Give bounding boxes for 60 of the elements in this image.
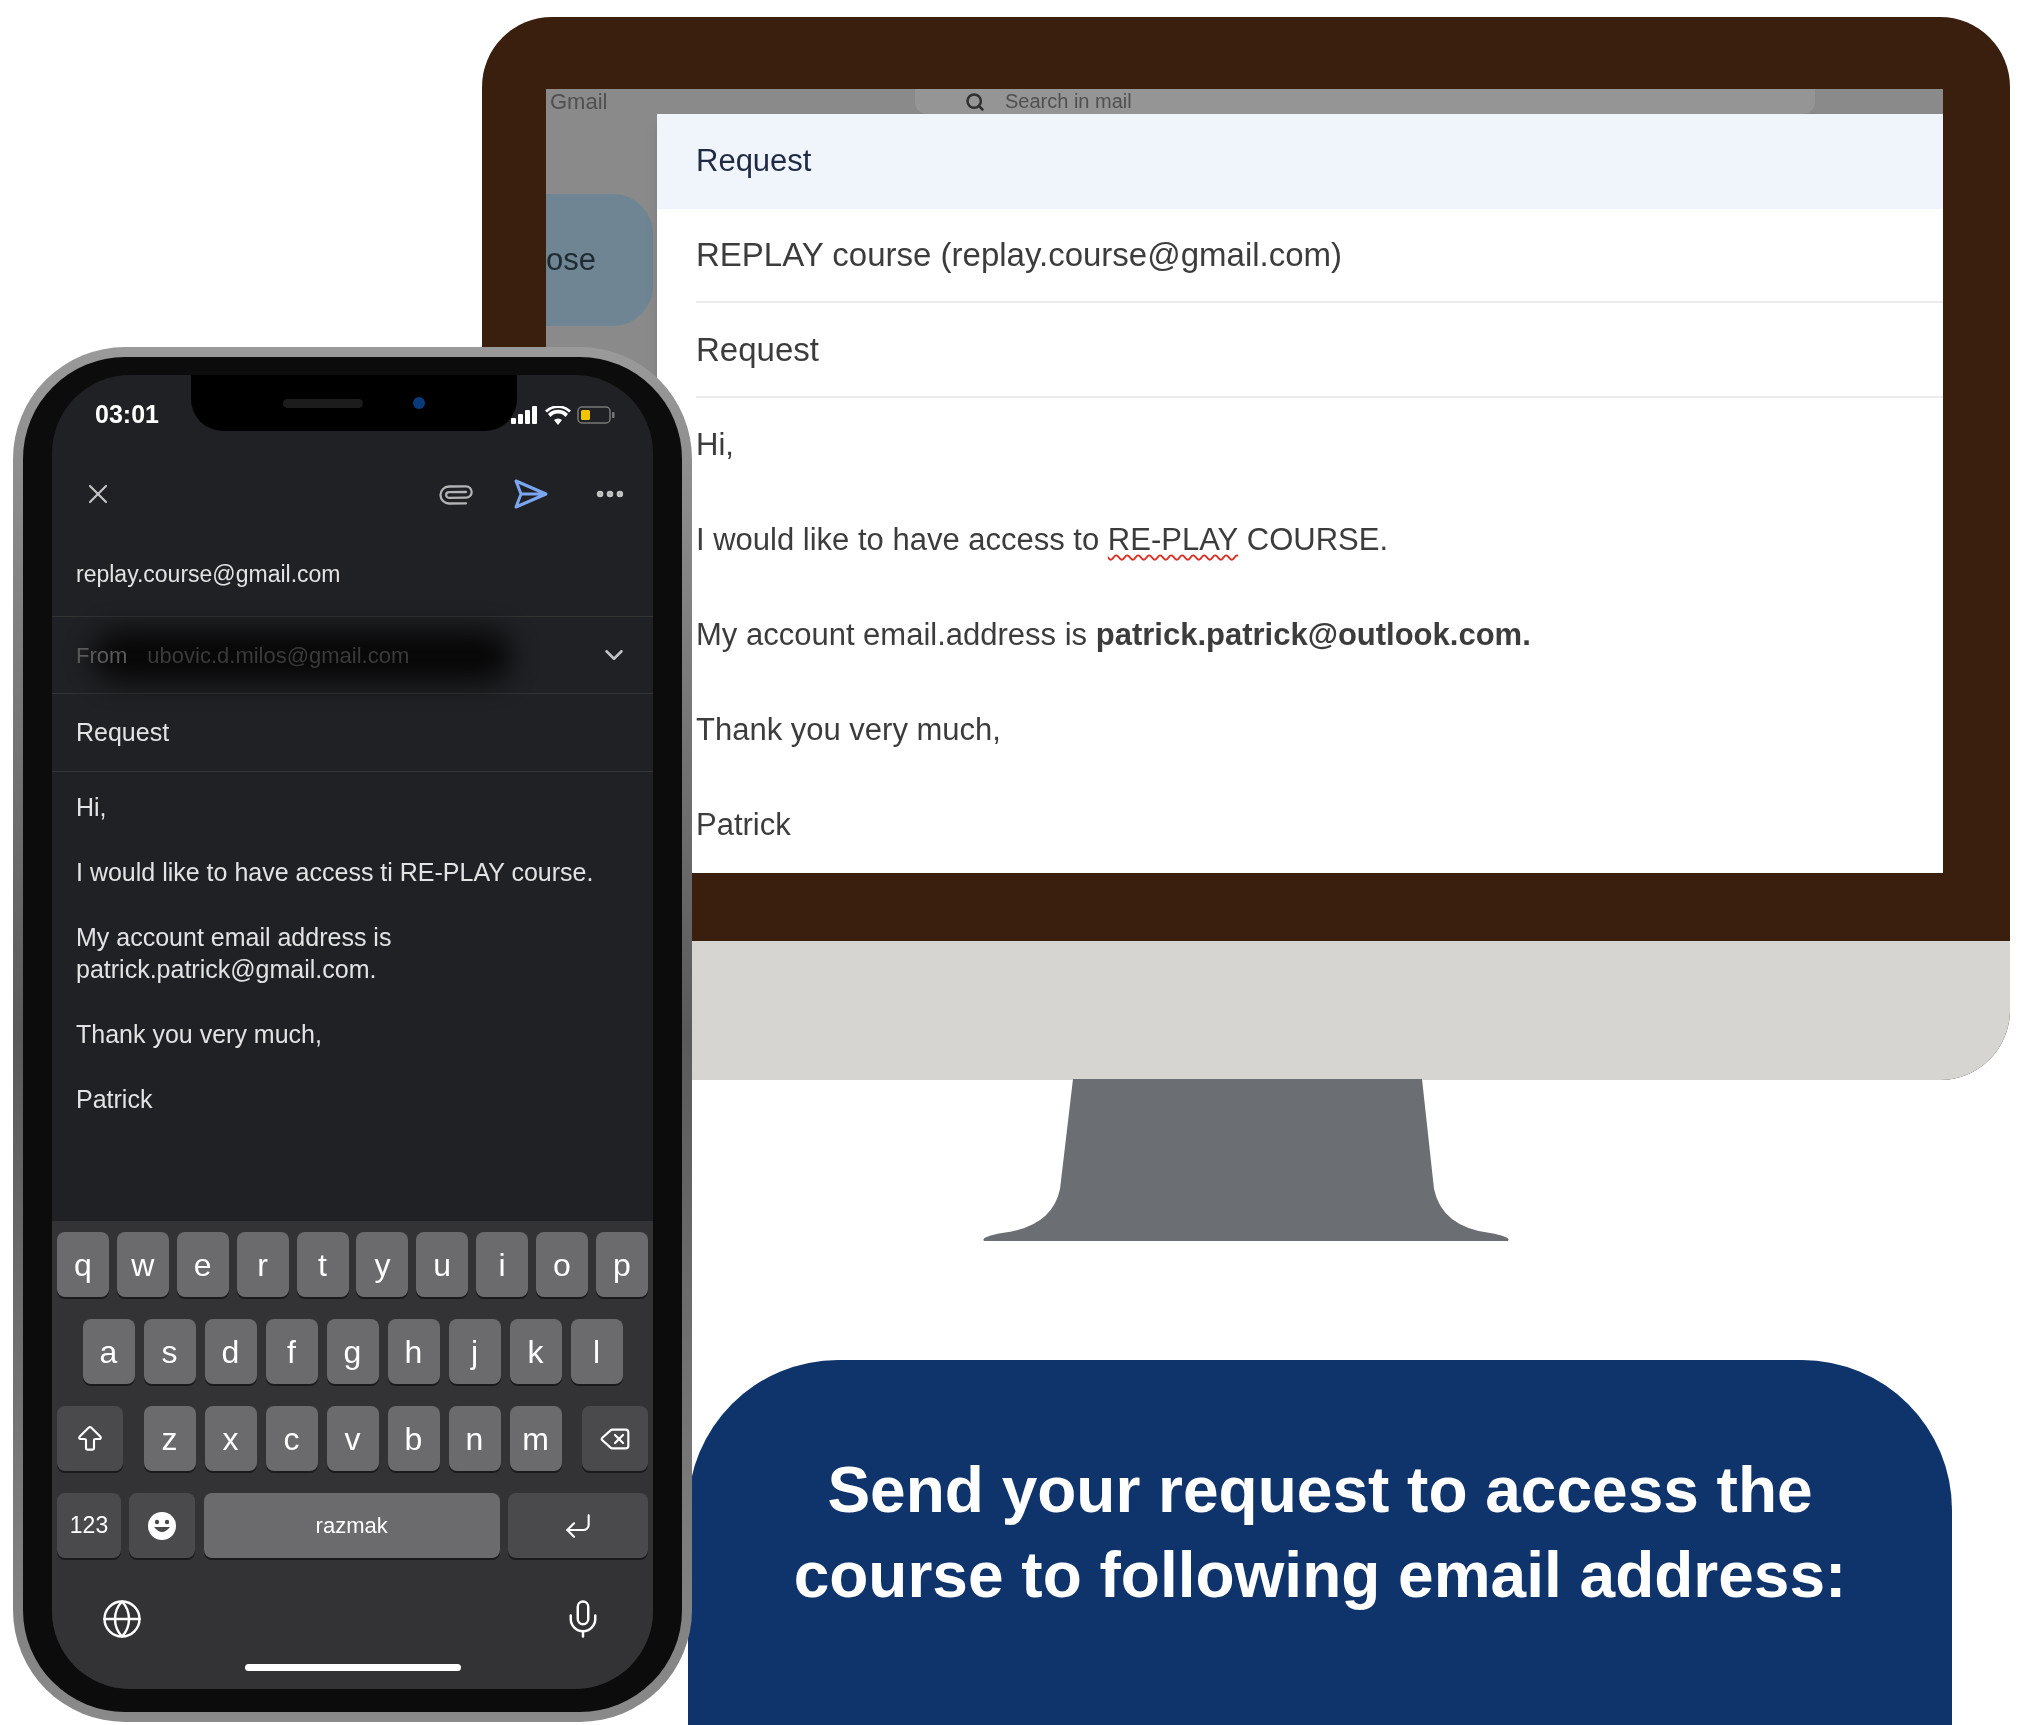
message-line: Hi,: [76, 792, 108, 823]
keyboard-key[interactable]: k: [509, 1319, 562, 1384]
keyboard-key[interactable]: j: [448, 1319, 501, 1384]
keyboard-key[interactable]: b: [387, 1406, 440, 1471]
keyboard-key[interactable]: v: [326, 1406, 379, 1471]
keyboard-key[interactable]: l: [570, 1319, 623, 1384]
space-key[interactable]: razmak: [203, 1493, 500, 1558]
compose-button[interactable]: ose: [546, 194, 653, 326]
banner-heading: Send your request to access the course to following email address:: [793, 1453, 1847, 1613]
keyboard-key[interactable]: m: [509, 1406, 562, 1471]
message-line: Thank you very much,: [696, 711, 1002, 750]
keyboard-key[interactable]: p: [595, 1232, 648, 1297]
signal-icon: [511, 406, 539, 424]
gmail-logo: Gmail: [550, 89, 608, 114]
keyboard-key[interactable]: n: [448, 1406, 501, 1471]
keyboard-key[interactable]: g: [326, 1319, 379, 1384]
keyboard-key[interactable]: y: [356, 1232, 409, 1297]
keyboard-key[interactable]: s: [143, 1319, 196, 1384]
keyboard-key[interactable]: r: [236, 1232, 289, 1297]
backspace-key[interactable]: [582, 1406, 648, 1471]
keyboard-key[interactable]: q: [57, 1232, 109, 1297]
numbers-key[interactable]: 123: [57, 1493, 121, 1558]
compose-title: Request: [696, 142, 812, 181]
message-line: Patrick: [76, 1084, 154, 1115]
subject-field[interactable]: Request: [76, 713, 170, 752]
camera-lens: [413, 397, 425, 409]
keyboard-key[interactable]: o: [536, 1232, 588, 1297]
keyboard-key[interactable]: d: [204, 1319, 257, 1384]
message-line: I would like to have access ti RE-PLAY course.: [76, 857, 595, 888]
keyboard-key[interactable]: f: [265, 1319, 318, 1384]
subject-field[interactable]: Request: [696, 324, 819, 375]
emoji-key[interactable]: [129, 1493, 196, 1558]
status-time: 03:01: [95, 399, 159, 431]
search-bar[interactable]: Search in mail: [915, 89, 1815, 114]
keyboard-key[interactable]: a: [82, 1319, 135, 1384]
recipient-field[interactable]: replay.course@gmail.com: [76, 557, 341, 592]
keyboard-key[interactable]: u: [416, 1232, 469, 1297]
shift-key[interactable]: [57, 1406, 123, 1471]
keyboard-key[interactable]: z: [143, 1406, 196, 1471]
keyboard-key[interactable]: t: [296, 1232, 349, 1297]
battery-icon: [577, 406, 615, 424]
search-icon: [965, 91, 985, 112]
recipient-field[interactable]: REPLAY course (replay.course@gmail.com): [696, 230, 1343, 280]
keyboard-key[interactable]: c: [265, 1406, 318, 1471]
keyboard-key[interactable]: w: [116, 1232, 169, 1297]
message-line: I would like to have access to RE-PLAY COURSE.: [696, 521, 1390, 560]
smiley-icon: [147, 1510, 178, 1541]
keyboard-key[interactable]: h: [387, 1319, 440, 1384]
message-line: Patrick: [696, 806, 792, 845]
message-line: My account email address is patrick.patrick@gmail.com.: [76, 922, 393, 985]
send-icon[interactable]: [513, 478, 549, 510]
keyboard-key[interactable]: e: [176, 1232, 229, 1297]
message-line: My account email.address is patrick.patrick@outlook.com.: [696, 616, 1532, 655]
keyboard-key[interactable]: x: [204, 1406, 257, 1471]
message-line: Thank you very much,: [76, 1019, 323, 1050]
message-line: Hi,: [696, 426, 735, 465]
globe-icon[interactable]: [101, 1598, 143, 1640]
from-label: From: [76, 641, 128, 670]
keyboard-key[interactable]: i: [476, 1232, 529, 1297]
wifi-icon: [545, 405, 571, 425]
